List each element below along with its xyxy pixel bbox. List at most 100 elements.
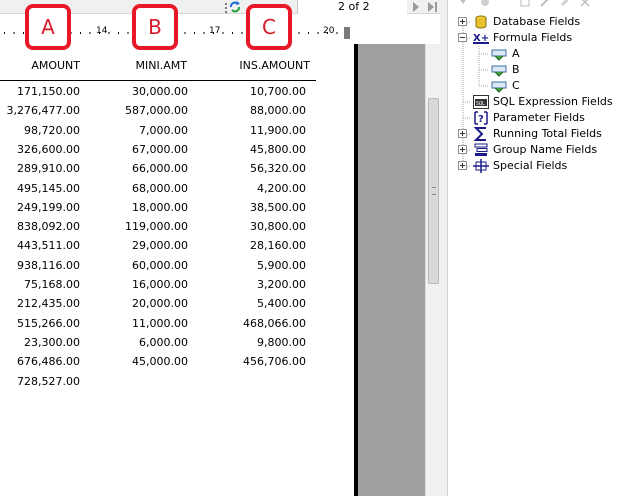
expand-icon[interactable] <box>458 17 467 26</box>
table-cell: 4,200.00 <box>257 181 306 195</box>
table-cell: 98,720.00 <box>24 123 80 137</box>
table-cell: 3,276,477.00 <box>6 104 80 118</box>
ruler-tick <box>336 32 338 34</box>
field-explorer: Database Fields X+1 Formula Fields A B C <box>449 0 636 496</box>
ruler-label: 20 <box>323 26 335 36</box>
table-cell: 30,000.00 <box>132 85 188 98</box>
table-cell: 10,700.00 <box>250 85 306 98</box>
sql-icon: SQL <box>473 95 489 109</box>
expand-icon[interactable] <box>458 145 467 154</box>
column-header-amount[interactable]: AMOUNT <box>0 59 80 72</box>
group-icon <box>474 143 488 156</box>
header-underline <box>0 80 316 81</box>
tree-item-label: A <box>512 47 520 60</box>
table-cell: 28,160.00 <box>250 239 306 253</box>
table-cell: 289,910.00 <box>17 162 80 176</box>
ruler-tick <box>4 32 5 34</box>
ruler-tick <box>118 32 119 34</box>
vertical-scrollbar[interactable] <box>425 44 440 496</box>
edit-icon[interactable] <box>539 0 551 8</box>
column-header-ins-amount[interactable]: INS.AMOUNT <box>200 59 310 72</box>
ruler-tick <box>194 32 195 34</box>
collapse-icon[interactable] <box>458 33 467 42</box>
table-cell: 7,000.00 <box>139 123 188 137</box>
ruler-tick <box>308 32 309 34</box>
expand-icon[interactable] <box>458 161 467 170</box>
table-cell: 56,320.00 <box>250 162 306 176</box>
table-cell: 249,199.00 <box>17 200 80 214</box>
table-cell: 5,900.00 <box>257 258 306 272</box>
ruler-tick <box>108 32 110 34</box>
formula-field-icon <box>491 65 507 77</box>
tree-item-special-fields[interactable]: Special Fields <box>449 158 636 174</box>
table-cell: 38,500.00 <box>250 200 306 214</box>
table-cell: 23,300.00 <box>24 335 80 349</box>
table-cell: 5,400.00 <box>257 297 306 311</box>
next-page-icon[interactable] <box>412 2 420 12</box>
rename-icon[interactable] <box>559 0 571 8</box>
tree-item-database-fields[interactable]: Database Fields <box>449 14 636 30</box>
tree-item-label: Running Total Fields <box>493 127 602 140</box>
formula-icon: X+1 <box>473 33 489 44</box>
table-cell: 20,000.00 <box>132 297 188 311</box>
table-cell: 443,511.00 <box>17 239 80 253</box>
last-page-icon[interactable] <box>428 2 438 12</box>
ruler-tick <box>23 32 24 34</box>
tree-item-running-total-fields[interactable]: Running Total Fields <box>449 126 636 142</box>
ruler-marker[interactable] <box>344 27 350 39</box>
panel-splitter[interactable] <box>440 0 448 496</box>
ruler-tick <box>203 32 205 34</box>
table-cell: 66,000.00 <box>132 162 188 176</box>
table-cell: 29,000.00 <box>132 239 188 253</box>
ruler-tick <box>80 32 81 34</box>
table-cell: 468,066.00 <box>243 316 306 330</box>
table-cell: 68,000.00 <box>132 181 188 195</box>
table-cell: 212,435.00 <box>17 297 80 311</box>
new-icon[interactable] <box>519 0 531 8</box>
tree-item-label: C <box>512 79 520 92</box>
tree-item-label: Special Fields <box>493 159 568 172</box>
tree-item-formula-fields[interactable]: X+1 Formula Fields <box>449 30 636 46</box>
ruler-tick <box>298 32 300 34</box>
table-cell: 11,900.00 <box>250 123 306 137</box>
tree-item-label: Group Name Fields <box>493 143 598 156</box>
database-icon <box>475 15 487 29</box>
scrollbar-thumb[interactable] <box>428 98 439 284</box>
formula-field-icon <box>491 81 507 93</box>
table-cell: 587,000.00 <box>125 104 188 118</box>
badge-b: B <box>132 4 178 50</box>
ruler-label: 17 <box>209 26 221 36</box>
tree-item-formula-a[interactable]: A <box>449 46 636 62</box>
tree-item-parameter-fields[interactable]: ? Parameter Fields <box>449 110 636 126</box>
column-header-mini-amt[interactable]: MINI.AMT <box>100 59 187 72</box>
refresh-icon[interactable] <box>224 0 242 14</box>
table-cell: 495,145.00 <box>17 181 80 195</box>
tree-item-label: Database Fields <box>493 15 581 28</box>
page-indicator[interactable]: 2 of 2 <box>297 0 407 14</box>
ruler-tick <box>89 32 91 34</box>
table-cell: 75,168.00 <box>24 278 80 291</box>
table-cell: 3,200.00 <box>257 278 306 291</box>
table-cell: 171,150.00 <box>17 85 80 98</box>
expand-icon[interactable] <box>458 129 467 138</box>
table-cell: 60,000.00 <box>132 258 188 272</box>
delete-icon[interactable] <box>579 0 591 8</box>
ruler-tick <box>184 32 186 34</box>
tree-item-group-name-fields[interactable]: Group Name Fields <box>449 142 636 158</box>
badge-c: C <box>246 4 292 50</box>
tree-item-label: B <box>512 63 520 76</box>
table-cell: 45,800.00 <box>250 142 306 156</box>
tree-item-formula-b[interactable]: B <box>449 62 636 78</box>
report-page: AMOUNT MINI.AMT INS.AMOUNT 171,150.00 3,2… <box>0 44 356 496</box>
tree-item-sql-expression-fields[interactable]: SQL SQL Expression Fields <box>449 94 636 110</box>
tree-item-label: Parameter Fields <box>493 111 585 124</box>
table-cell: 456,706.00 <box>243 355 306 369</box>
table-cell: 88,000.00 <box>250 104 306 118</box>
badge-a: A <box>25 4 71 50</box>
special-icon <box>473 159 489 173</box>
table-cell: 67,000.00 <box>132 142 188 156</box>
table-cell: 676,486.00 <box>17 355 80 369</box>
parameter-icon: ? <box>474 111 488 125</box>
tree-item-formula-c[interactable]: C <box>449 78 636 94</box>
ruler-tick <box>222 32 224 34</box>
